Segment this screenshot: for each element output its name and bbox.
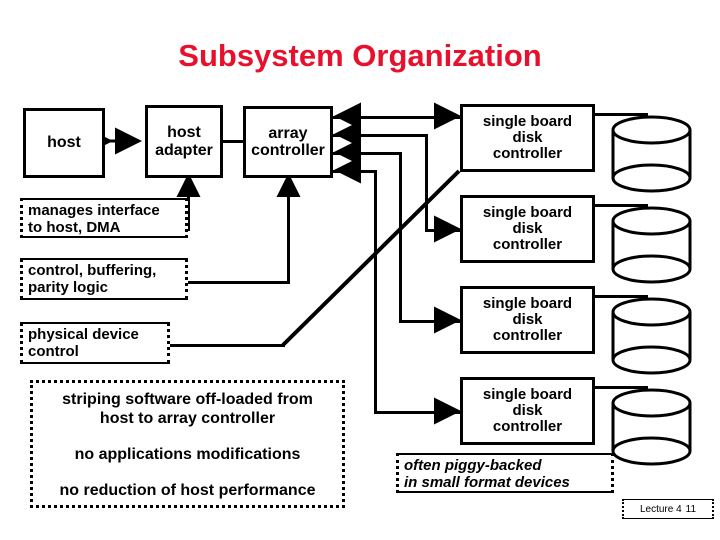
leader-annot3-diagonal xyxy=(281,169,461,347)
wire-dc1-to-disk1 xyxy=(595,113,648,116)
wire-dc2-to-disk2-stub xyxy=(645,204,648,234)
wire-dc3-to-disk3-stub xyxy=(645,295,648,325)
node-disk-controller-4-label-1: single board xyxy=(482,385,573,403)
annotation-1-line-2: to host, DMA xyxy=(28,219,121,237)
annotation-manages-interface: manages interface to host, DMA xyxy=(20,198,188,238)
disk-cylinder-4 xyxy=(611,388,692,466)
annotation-physical-device-control: physical device control xyxy=(20,322,170,364)
footer-lecture-label: Lecture 4 xyxy=(639,503,682,515)
wire-adapter-to-array xyxy=(223,140,243,143)
callout-striping-benefits: striping software off-loaded from host t… xyxy=(30,380,345,508)
disk-cylinder-1 xyxy=(611,115,692,193)
callout-bullet-3: no reduction of host performance xyxy=(59,481,316,499)
node-array-controller-label-1: array xyxy=(268,124,308,142)
disk-cylinder-3 xyxy=(611,297,692,375)
node-disk-controller-4-label-2: disk xyxy=(512,401,543,419)
node-disk-controller-1-label-1: single board xyxy=(482,112,573,130)
wire-array-to-dc4-seg1 xyxy=(333,170,377,173)
annotation-3-line-2: control xyxy=(28,343,79,361)
annotation-2-line-2: parity logic xyxy=(28,279,109,297)
annotation-piggy-line-2: in small format devices xyxy=(404,474,570,492)
node-disk-controller-3-label-1: single board xyxy=(482,294,573,312)
annotation-piggy-line-1: often piggy-backed xyxy=(404,457,542,474)
footer-slide-number: 11 xyxy=(685,503,697,515)
node-disk-controller-2-label-3: controller xyxy=(492,236,563,254)
node-disk-controller-2-label-1: single board xyxy=(482,203,573,221)
wire-dc4-to-disk4-stub xyxy=(645,386,648,416)
node-disk-controller-1-label-3: controller xyxy=(492,145,563,163)
wire-array-to-dc4-seg3 xyxy=(374,411,460,414)
callout-bullet-1: striping software off-loaded from host t… xyxy=(33,391,342,429)
annotation-1-line-1: manages interface xyxy=(28,202,160,219)
node-disk-controller-3-label-2: disk xyxy=(512,310,543,328)
wire-array-to-dc2-seg3 xyxy=(425,229,460,232)
node-disk-controller-1-label-2: disk xyxy=(512,128,543,146)
disk-cylinder-2 xyxy=(611,206,692,284)
callout-bullet-2: no applications modifications xyxy=(74,445,301,463)
wire-dc1-to-disk1-stub xyxy=(645,113,648,143)
node-disk-controller-3[interactable]: single board disk controller xyxy=(460,286,595,354)
wire-array-to-dc2-seg1 xyxy=(333,134,428,137)
node-host-label: host xyxy=(47,134,81,152)
node-disk-controller-1[interactable]: single board disk controller xyxy=(460,104,595,172)
annotation-control-buffering: control, buffering, parity logic xyxy=(20,258,188,300)
wire-array-to-dc1 xyxy=(333,116,460,119)
callout-bullet-1-line-2: host to array controller xyxy=(99,409,276,427)
annotation-3-line-1: physical device xyxy=(28,326,139,343)
wire-dc3-to-disk3 xyxy=(595,295,648,298)
slide-footer: Lecture 4 11 xyxy=(622,499,714,519)
wire-dc4-to-disk4 xyxy=(595,386,648,389)
node-array-controller[interactable]: array controller xyxy=(243,106,333,178)
node-host-adapter-label-1: host xyxy=(167,124,201,142)
node-host[interactable]: host xyxy=(23,108,105,178)
wire-dc2-to-disk2 xyxy=(595,204,648,207)
wire-array-to-dc3-seg2 xyxy=(399,152,402,323)
annotation-piggy-backed: often piggy-backed in small format devic… xyxy=(396,453,614,493)
callout-bullet-1-line-1: striping software off-loaded from xyxy=(62,391,313,408)
node-disk-controller-2[interactable]: single board disk controller xyxy=(460,195,595,263)
annotation-2-line-1: control, buffering, xyxy=(28,262,157,279)
node-disk-controller-4-label-3: controller xyxy=(492,418,563,436)
page-title: Subsystem Organization xyxy=(178,38,542,73)
slide-canvas: Subsystem Organization host host adapter… xyxy=(0,0,720,540)
node-disk-controller-2-label-2: disk xyxy=(512,219,543,237)
wire-array-to-dc3-seg1 xyxy=(333,152,402,155)
wire-array-to-dc3-seg3 xyxy=(399,320,460,323)
node-host-adapter-label-2: adapter xyxy=(155,141,213,159)
node-disk-controller-4[interactable]: single board disk controller xyxy=(460,377,595,445)
wire-array-to-dc4-seg2 xyxy=(374,170,377,414)
node-array-controller-label-2: controller xyxy=(251,142,325,159)
node-disk-controller-3-label-3: controller xyxy=(492,327,563,345)
leader-annot2-vertical xyxy=(287,178,290,283)
wire-array-to-dc2-seg2 xyxy=(425,134,428,232)
node-host-adapter[interactable]: host adapter xyxy=(145,105,223,178)
